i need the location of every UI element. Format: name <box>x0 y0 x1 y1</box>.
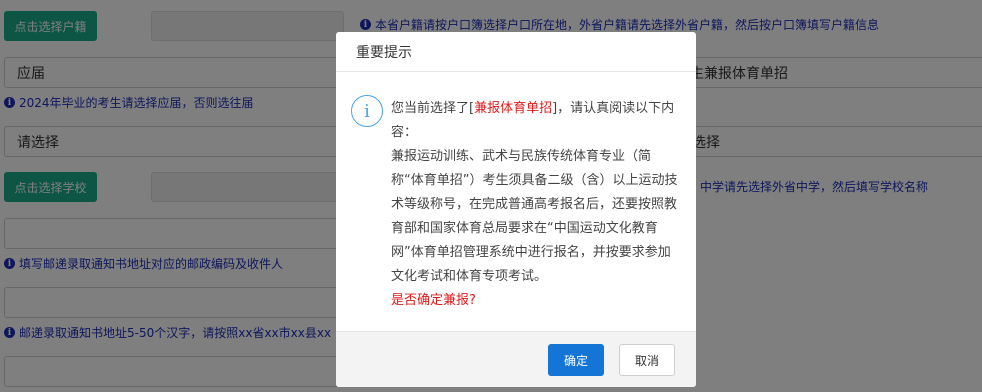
dialog-header: 重要提示 <box>336 32 696 72</box>
msg-body: 兼报运动训练、武术与民族传统体育专业（简称“体育单招”）考生须具备二级（含）以上… <box>391 149 678 284</box>
info-circle-icon: i <box>351 95 383 127</box>
msg-prefix: 您当前选择了[ <box>391 101 475 116</box>
msg-confirm: 是否确定兼报? <box>391 293 476 308</box>
dialog-body: i 您当前选择了[兼报体育单招]，请认真阅读以下内容： 兼报运动训练、武术与民族… <box>336 73 696 331</box>
cancel-button[interactable]: 取消 <box>619 344 675 376</box>
dialog-title: 重要提示 <box>356 44 412 61</box>
msg-highlight: 兼报体育单招 <box>474 101 553 116</box>
dialog-footer: 确定 取消 <box>336 331 696 387</box>
confirm-button[interactable]: 确定 <box>548 344 604 376</box>
dialog-message: 您当前选择了[兼报体育单招]，请认真阅读以下内容： 兼报运动训练、武术与民族传统… <box>391 97 683 313</box>
confirm-dialog: 重要提示 i 您当前选择了[兼报体育单招]，请认真阅读以下内容： 兼报运动训练、… <box>336 32 696 387</box>
